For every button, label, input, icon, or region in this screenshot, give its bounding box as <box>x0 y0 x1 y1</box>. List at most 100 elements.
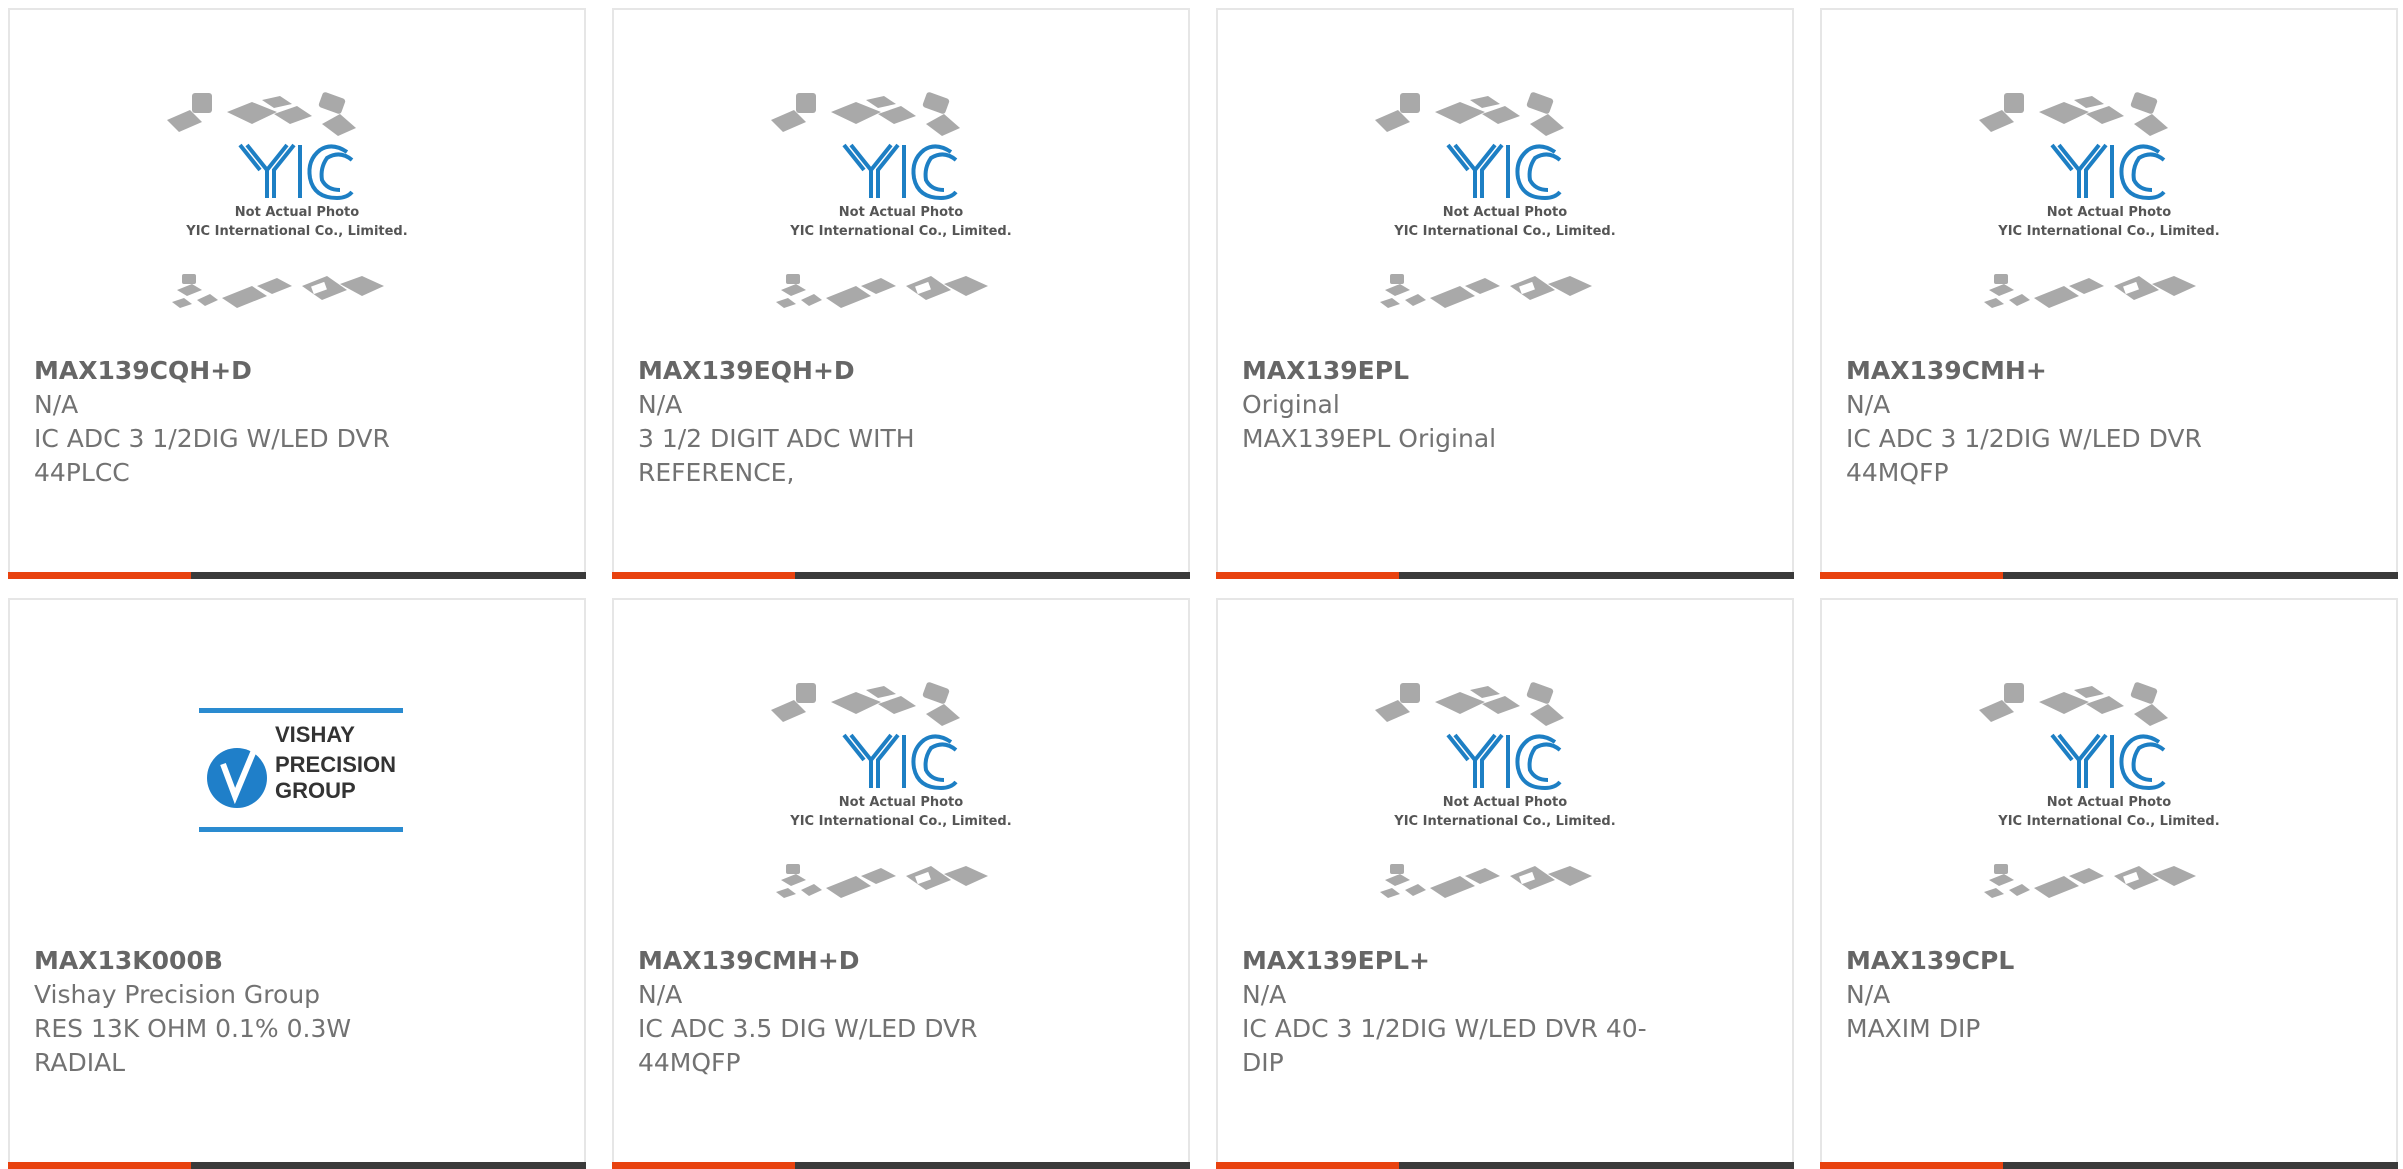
manufacturer: N/A <box>1242 980 1287 1009</box>
vishay-logo-image: VISHAY PRECISION GROUP <box>199 708 403 832</box>
product-image[interactable]: Not Actual Photo YIC International Co., … <box>10 90 584 355</box>
svg-text:Not Actual Photo: Not Actual Photo <box>235 205 359 220</box>
description: IC ADC 3.5 DIG W/LED DVR <box>638 1014 978 1043</box>
card-footer-bar <box>612 572 1190 579</box>
yic-placeholder-image: Not Actual Photo YIC International Co., … <box>771 682 1012 898</box>
product-info: MAX139CQH+D N/A IC ADC 3 1/2DIG W/LED DV… <box>34 354 544 490</box>
card-footer-bar <box>1216 1162 1794 1169</box>
product-info: MAX139EQH+D N/A 3 1/2 DIGIT ADC WITH REF… <box>638 354 1148 490</box>
card-accent <box>1216 1162 1399 1169</box>
description: IC ADC 3 1/2DIG W/LED DVR 40- <box>1242 1014 1647 1043</box>
svg-text:GROUP: GROUP <box>275 778 356 803</box>
yic-logo-icon <box>238 143 354 201</box>
description: 3 1/2 DIGIT ADC WITH <box>638 424 915 453</box>
card-accent <box>8 572 191 579</box>
part-number-link[interactable]: MAX139EPL+ <box>1242 944 1752 978</box>
svg-text:YIC International Co., Limited: YIC International Co., Limited. <box>1393 814 1615 829</box>
svg-text:Not Actual Photo: Not Actual Photo <box>839 205 963 220</box>
product-info: MAX13K000B Vishay Precision Group RES 13… <box>34 944 544 1080</box>
product-info: MAX139EPL Original MAX139EPL Original <box>1242 354 1752 456</box>
yic-logo-icon <box>842 143 958 201</box>
description-cont: RADIAL <box>34 1048 126 1077</box>
svg-text:PRECISION: PRECISION <box>275 752 396 777</box>
card-accent <box>612 572 795 579</box>
svg-text:YIC International Co., Limited: YIC International Co., Limited. <box>1997 814 2219 829</box>
description-cont: 44MQFP <box>638 1048 741 1077</box>
description: MAXIM DIP <box>1846 1014 1981 1043</box>
product-image[interactable]: Not Actual Photo YIC International Co., … <box>614 90 1188 355</box>
product-card[interactable]: Not Actual Photo YIC International Co., … <box>612 8 1190 579</box>
card-footer-bar <box>8 572 586 579</box>
yic-logo-icon <box>1446 143 1562 201</box>
svg-text:YIC International Co., Limited: YIC International Co., Limited. <box>789 814 1011 829</box>
card-accent <box>612 1162 795 1169</box>
product-image[interactable]: Not Actual Photo YIC International Co., … <box>1218 680 1792 945</box>
product-card[interactable]: Not Actual Photo YIC International Co., … <box>1216 598 1794 1169</box>
product-image[interactable]: Not Actual Photo YIC International Co., … <box>614 680 1188 945</box>
part-number-link[interactable]: MAX139CQH+D <box>34 354 544 388</box>
description: IC ADC 3 1/2DIG W/LED DVR <box>1846 424 2202 453</box>
svg-text:YIC International Co., Limited: YIC International Co., Limited. <box>789 224 1011 239</box>
part-number-link[interactable]: MAX139CMH+ <box>1846 354 2356 388</box>
svg-text:Not Actual Photo: Not Actual Photo <box>1443 795 1567 810</box>
description: IC ADC 3 1/2DIG W/LED DVR <box>34 424 390 453</box>
manufacturer: N/A <box>1846 390 1891 419</box>
svg-text:Not Actual Photo: Not Actual Photo <box>2047 205 2171 220</box>
card-footer-bar <box>1216 572 1794 579</box>
vishay-v-icon <box>207 748 267 808</box>
svg-text:VISHAY: VISHAY <box>275 722 355 747</box>
yic-logo-icon <box>842 733 958 791</box>
manufacturer: Vishay Precision Group <box>34 980 321 1009</box>
product-grid: Not Actual Photo YIC International Co., … <box>0 0 2403 1169</box>
product-image[interactable]: Not Actual Photo YIC International Co., … <box>1822 90 2396 355</box>
part-number-link[interactable]: MAX139CPL <box>1846 944 2356 978</box>
card-footer-bar <box>612 1162 1190 1169</box>
description: RES 13K OHM 0.1% 0.3W <box>34 1014 352 1043</box>
yic-logo-icon <box>1446 733 1562 791</box>
manufacturer: N/A <box>638 980 683 1009</box>
product-info: MAX139CMH+D N/A IC ADC 3.5 DIG W/LED DVR… <box>638 944 1148 1080</box>
description-cont: REFERENCE, <box>638 458 795 487</box>
svg-text:Not Actual Photo: Not Actual Photo <box>839 795 963 810</box>
product-image[interactable]: VISHAY PRECISION GROUP <box>199 708 403 836</box>
yic-placeholder-image: Not Actual Photo YIC International Co., … <box>771 92 1012 308</box>
yic-logo-icon <box>2050 143 2166 201</box>
manufacturer: N/A <box>1846 980 1891 1009</box>
card-accent <box>8 1162 191 1169</box>
product-card[interactable]: Not Actual Photo YIC International Co., … <box>1820 8 2398 579</box>
product-card[interactable]: VISHAY PRECISION GROUP MAX13K000B Vishay… <box>8 598 586 1169</box>
yic-placeholder-image: Not Actual Photo YIC International Co., … <box>1979 92 2220 308</box>
part-number-link[interactable]: MAX139EPL <box>1242 354 1752 388</box>
product-card[interactable]: Not Actual Photo YIC International Co., … <box>1820 598 2398 1169</box>
product-card[interactable]: Not Actual Photo YIC International Co., … <box>1216 8 1794 579</box>
card-accent <box>1820 572 2003 579</box>
yic-logo-icon <box>2050 733 2166 791</box>
part-number-link[interactable]: MAX139EQH+D <box>638 354 1148 388</box>
product-info: MAX139CMH+ N/A IC ADC 3 1/2DIG W/LED DVR… <box>1846 354 2356 490</box>
product-info: MAX139EPL+ N/A IC ADC 3 1/2DIG W/LED DVR… <box>1242 944 1752 1080</box>
yic-placeholder-image: Not Actual Photo YIC International Co., … <box>1375 682 1616 898</box>
svg-text:Not Actual Photo: Not Actual Photo <box>2047 795 2171 810</box>
svg-text:YIC International Co., Limited: YIC International Co., Limited. <box>1997 224 2219 239</box>
manufacturer: N/A <box>34 390 79 419</box>
svg-text:YIC International Co., Limited: YIC International Co., Limited. <box>1393 224 1615 239</box>
product-info: MAX139CPL N/A MAXIM DIP <box>1846 944 2356 1046</box>
part-number-link[interactable]: MAX13K000B <box>34 944 544 978</box>
card-footer-bar <box>1820 1162 2398 1169</box>
product-image[interactable]: Not Actual Photo YIC International Co., … <box>1218 90 1792 355</box>
svg-text:Not Actual Photo: Not Actual Photo <box>1443 205 1567 220</box>
yic-placeholder-image: Not Actual Photo YIC International Co., … <box>1375 92 1616 308</box>
description-cont: DIP <box>1242 1048 1284 1077</box>
svg-text:YIC International Co., Limited: YIC International Co., Limited. <box>185 224 407 239</box>
product-card[interactable]: Not Actual Photo YIC International Co., … <box>612 598 1190 1169</box>
manufacturer: Original <box>1242 390 1340 419</box>
product-card[interactable]: Not Actual Photo YIC International Co., … <box>8 8 586 579</box>
card-footer-bar <box>8 1162 586 1169</box>
description-cont: 44PLCC <box>34 458 130 487</box>
description-cont: 44MQFP <box>1846 458 1949 487</box>
manufacturer: N/A <box>638 390 683 419</box>
product-image[interactable]: Not Actual Photo YIC International Co., … <box>1822 680 2396 945</box>
card-accent <box>1820 1162 2003 1169</box>
card-footer-bar <box>1820 572 2398 579</box>
part-number-link[interactable]: MAX139CMH+D <box>638 944 1148 978</box>
